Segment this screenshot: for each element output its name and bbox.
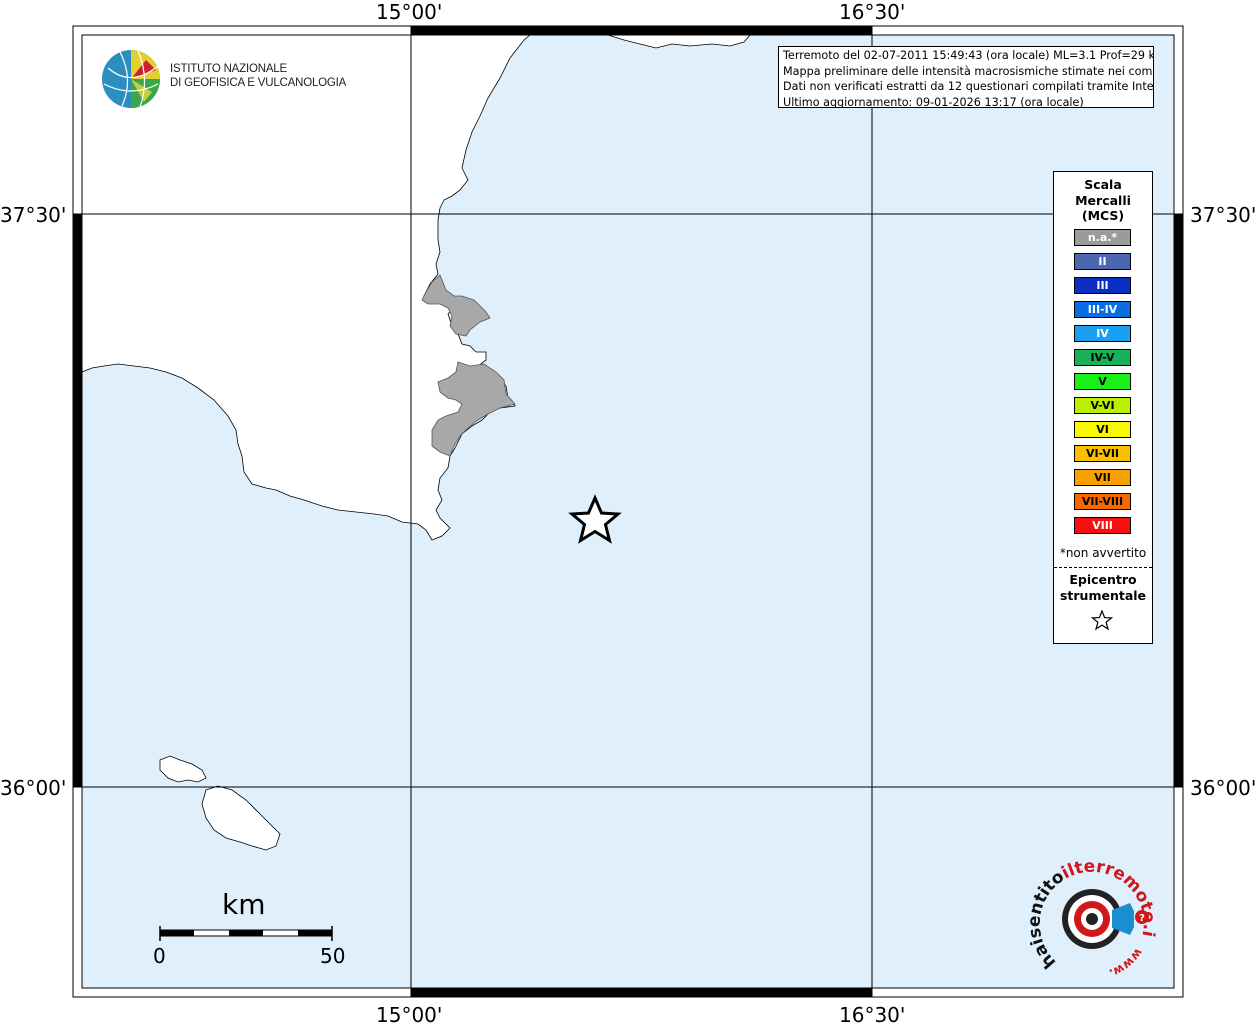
right-lat-label-36-00: 36°00' [1190,776,1255,800]
event-info-line1: Terremoto del 02-07-2011 15:49:43 (ora l… [783,49,1154,62]
legend-star-icon [1091,610,1113,631]
legend-title-line3: (MCS) [1081,208,1125,223]
legend-swatch-6: V [1074,373,1131,390]
legend-epicenter-line2: strumentale [1059,588,1147,603]
event-info-line4: Ultimo aggiornamento: 09-01-2026 13:17 (… [783,95,1084,108]
ingv-name-line1: ISTITUTO NAZIONALE [170,63,287,75]
legend-swatch-5: IV-V [1074,349,1131,366]
ingv-name-line2: DI GEOFISICA E VULCANOLOGIA [170,77,347,89]
event-info-line3: Dati non verificati estratti da 12 quest… [783,80,1154,94]
event-info-line2: Mappa preliminare delle intensità macros… [783,64,1154,78]
legend-swatch-11: VII-VIII [1074,493,1131,510]
hst-text-www: www. [1107,946,1146,981]
legend-swatch-1: II [1074,253,1131,270]
left-lat-label-36-00: 36°00' [0,776,67,800]
legend-swatch-3: III-IV [1074,301,1131,318]
legend-epicenter-label: Epicentro strumentale [1054,572,1152,604]
top-lon-label-15-00: 15°00' [376,0,443,24]
legend-swatch-9: VI-VII [1074,445,1131,462]
legend-swatch-4: IV [1074,325,1131,342]
svg-text:?: ? [1139,913,1145,924]
legend-title-line2: Mercalli [1075,192,1131,208]
mcs-legend: Scala Mercalli (MCS) n.a.* II III III-IV IV I… [1053,171,1153,644]
legend-swatch-10: VII [1074,469,1131,486]
scale-bar-unit: km [222,888,266,921]
legend-swatch-12: VIII [1074,517,1131,534]
macroseismic-map: 15°00' 16°30' 15°00' 16°30' 37°30' 36°00… [0,0,1255,1024]
left-lat-label-37-30: 37°30' [0,203,67,227]
event-info-box: Terremoto del 02-07-2011 15:49:43 (ora l… [778,46,1154,108]
legend-title-line1: Scala [1084,177,1122,192]
bottom-lon-label-15-00: 15°00' [376,1003,443,1024]
svg-text:www.: www. [1107,946,1146,981]
legend-epicenter-line1: Epicentro [1069,572,1137,587]
legend-swatch-8: VI [1074,421,1131,438]
haisentito-logo: haisentitoilterremoto.it www. ? [1025,840,1160,985]
legend-note: *non avvertito [1059,546,1147,560]
frame-bar-right [1174,214,1183,787]
haisentito-logo-icon: haisentitoilterremoto.it www. ? [1025,840,1159,981]
legend-separator [1054,567,1152,568]
scale-bar-start: 0 [153,944,166,968]
legend-swatch-7: V-VI [1074,397,1131,414]
ingv-logo: ISTITUTO NAZIONALE DI GEOFISICA E VULCAN… [100,48,346,110]
frame-bar-left [73,214,82,787]
scale-bar-end: 50 [320,944,346,968]
ingv-name: ISTITUTO NAZIONALE DI GEOFISICA E VULCAN… [170,62,346,90]
frame-bar-top [411,26,872,35]
legend-swatch-2: III [1074,277,1131,294]
bottom-lon-label-16-30: 16°30' [839,1003,906,1024]
ingv-globe-icon [102,50,160,108]
top-lon-label-16-30: 16°30' [839,0,906,24]
right-lat-label-37-30: 37°30' [1190,203,1255,227]
frame-bar-bottom [411,988,872,997]
legend-swatch-0: n.a.* [1074,229,1131,246]
legend-title: Scala Mercalli (MCS) [1054,177,1152,224]
